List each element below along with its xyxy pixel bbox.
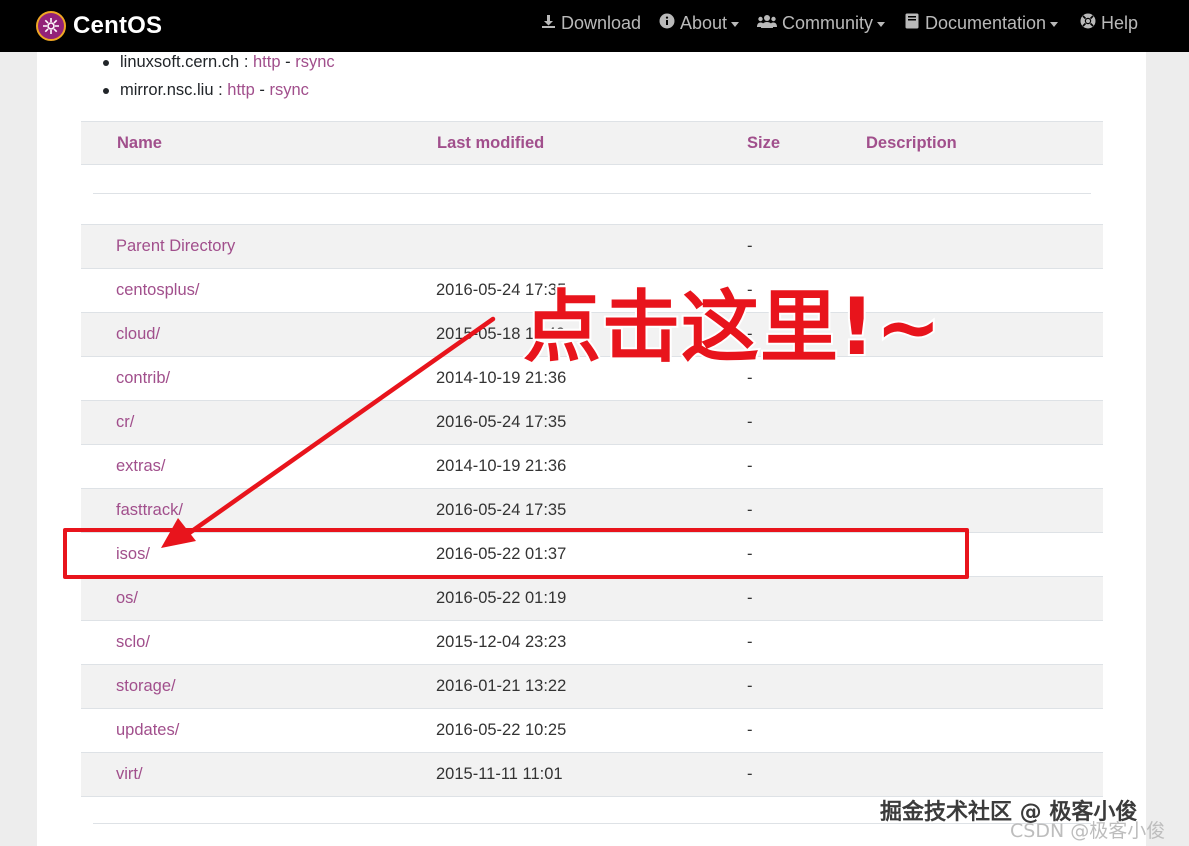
last-modified-cell: 2016-05-22 01:19	[436, 589, 567, 607]
mirror-list: linuxsoft.cern.ch : http - rsync mirror.…	[103, 52, 335, 108]
table-row: contrib/2014-10-19 21:36 -	[81, 356, 1103, 400]
mirror-separator: :	[239, 53, 253, 71]
directory-link[interactable]: centosplus/	[116, 281, 199, 300]
header-divider	[93, 193, 1091, 194]
sort-by-size-link[interactable]: Size	[747, 134, 780, 153]
mirror-http-link[interactable]: http	[227, 81, 255, 99]
directory-link[interactable]: sclo/	[116, 633, 150, 652]
chevron-down-icon	[877, 21, 886, 27]
last-modified-cell: 2015-12-04 23:23	[436, 633, 567, 651]
nav-documentation[interactable]: Documentation	[904, 0, 1059, 46]
size-cell: -	[747, 237, 753, 255]
size-cell: -	[747, 325, 753, 343]
directory-link[interactable]: updates/	[116, 721, 179, 740]
table-row: sclo/2015-12-04 23:23 -	[81, 620, 1103, 664]
table-bottom-border	[81, 796, 1103, 797]
chevron-down-icon	[731, 21, 740, 27]
last-modified-cell: 2014-10-19 21:36	[436, 457, 567, 475]
last-modified-cell: 2016-05-24 17:35	[436, 281, 567, 299]
mirror-rsync-link[interactable]: rsync	[295, 53, 334, 71]
nav-help-label: Help	[1101, 12, 1139, 33]
directory-link[interactable]: extras/	[116, 457, 166, 476]
table-row: updates/2016-05-22 10:25 -	[81, 708, 1103, 752]
directory-link[interactable]: cloud/	[116, 325, 160, 344]
nav-help[interactable]: Help	[1080, 0, 1138, 46]
directory-link[interactable]: os/	[116, 589, 138, 608]
directory-link[interactable]: storage/	[116, 677, 176, 696]
directory-link[interactable]: cr/	[116, 413, 134, 432]
last-modified-cell: 2016-05-22 10:25	[436, 721, 567, 739]
directory-link[interactable]: virt/	[116, 765, 143, 784]
last-modified-cell: 2015-05-18 11:40	[436, 325, 566, 343]
size-cell: -	[747, 765, 753, 783]
directory-link[interactable]: Parent Directory	[116, 237, 235, 256]
last-modified-cell: 2016-01-21 13:22	[436, 677, 567, 695]
nav-download-label: Download	[561, 12, 642, 33]
table-row: storage/2016-01-21 13:22 -	[81, 664, 1103, 708]
directory-link[interactable]: contrib/	[116, 369, 170, 388]
brand-link[interactable]: CentOS	[36, 8, 162, 44]
download-icon	[540, 14, 556, 33]
mirror-dash: -	[280, 53, 296, 71]
last-modified-cell: 2015-11-11 11:01	[436, 765, 563, 783]
size-cell: -	[747, 369, 753, 387]
mirror-rsync-link[interactable]: rsync	[269, 81, 308, 99]
nav-download[interactable]: Download	[540, 0, 641, 46]
top-navbar: CentOS Download About Community Document…	[0, 0, 1189, 52]
last-modified-cell: 2014-10-19 21:36	[436, 369, 567, 387]
book-icon	[904, 13, 920, 33]
last-modified-cell: 2016-05-24 17:35	[436, 501, 567, 519]
mirror-http-link[interactable]: http	[253, 53, 281, 71]
brand-name: CentOS	[73, 12, 163, 39]
size-cell: -	[747, 677, 753, 695]
table-row: cloud/2015-05-18 11:40 -	[81, 312, 1103, 356]
nav-documentation-label: Documentation	[925, 12, 1047, 33]
nav-community-label: Community	[782, 12, 874, 33]
table-row: extras/2014-10-19 21:36 -	[81, 444, 1103, 488]
size-cell: -	[747, 721, 753, 739]
mirror-host: linuxsoft.cern.ch	[120, 53, 240, 71]
table-row: centosplus/2016-05-24 17:35 -	[81, 268, 1103, 312]
mirror-dash: -	[254, 81, 270, 99]
footer-divider	[93, 823, 1091, 824]
sort-by-modified-link[interactable]: Last modified	[437, 134, 544, 153]
chevron-down-icon	[1050, 21, 1059, 27]
size-cell: -	[747, 545, 753, 563]
sort-by-name-link[interactable]: Name	[117, 134, 162, 153]
sort-by-description-link[interactable]: Description	[866, 134, 957, 153]
size-cell: -	[747, 457, 753, 475]
table-header: Name Last modified Size Description	[81, 121, 1103, 165]
size-cell: -	[747, 589, 753, 607]
table-row: os/2016-05-22 01:19 -	[81, 576, 1103, 620]
centos-logo-icon	[36, 11, 66, 41]
life-ring-icon	[1080, 13, 1096, 33]
directory-link[interactable]: fasttrack/	[116, 501, 183, 520]
mirror-separator: :	[213, 81, 228, 99]
table-row: virt/2015-11-11 11:01 -	[81, 752, 1103, 796]
size-cell: -	[747, 633, 753, 651]
mirror-item: linuxsoft.cern.ch : http - rsync	[103, 52, 335, 80]
table-row: Parent Directory -	[81, 224, 1103, 268]
mirror-host: mirror.nsc.liu	[120, 81, 214, 99]
info-circle-icon	[659, 13, 675, 33]
table-row: isos/2016-05-22 01:37 -	[81, 532, 1103, 576]
table-row: cr/2016-05-24 17:35 -	[81, 400, 1103, 444]
nav-community[interactable]: Community	[757, 0, 886, 46]
last-modified-cell: 2016-05-24 17:35	[436, 413, 567, 431]
users-icon	[757, 14, 777, 33]
size-cell: -	[747, 501, 753, 519]
last-modified-cell: 2016-05-22 01:37	[436, 545, 567, 563]
main-content: linuxsoft.cern.ch : http - rsync mirror.…	[37, 52, 1146, 846]
mirror-item: mirror.nsc.liu : http - rsync	[103, 80, 335, 108]
nav-about[interactable]: About	[659, 0, 740, 46]
size-cell: -	[747, 413, 753, 431]
directory-link[interactable]: isos/	[116, 545, 150, 564]
table-row: fasttrack/2016-05-24 17:35 -	[81, 488, 1103, 532]
size-cell: -	[747, 281, 753, 299]
nav-about-label: About	[680, 12, 728, 33]
